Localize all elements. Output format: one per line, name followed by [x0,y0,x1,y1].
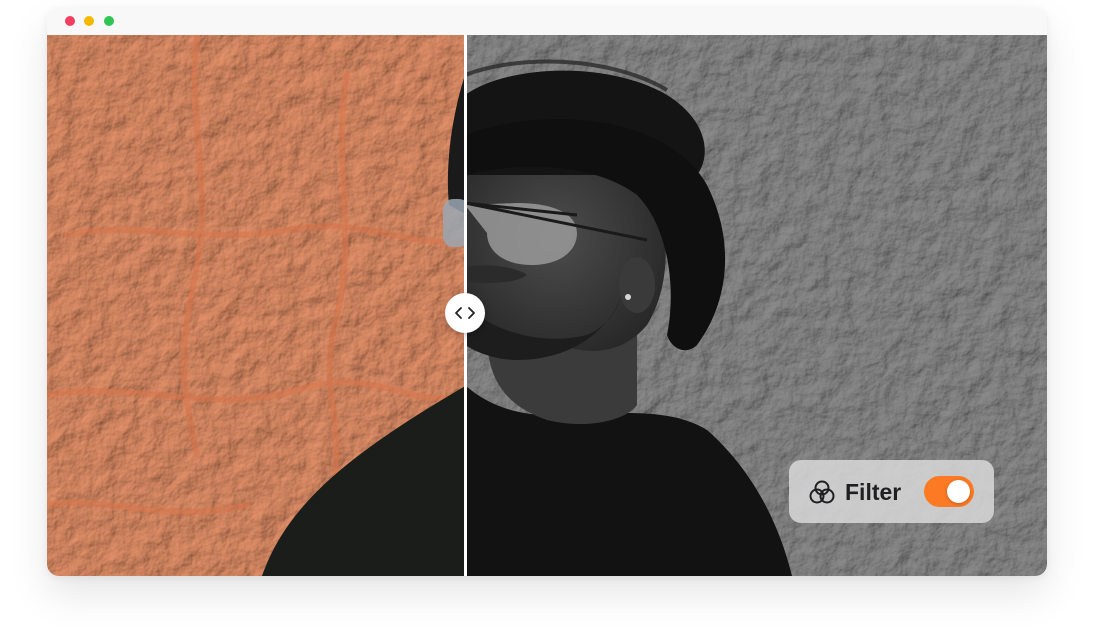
minimize-window-button[interactable] [84,16,94,26]
chevron-left-right-icon [455,307,475,319]
filter-toggle-switch[interactable] [924,476,974,507]
overlapping-circles-icon [809,480,835,504]
toggle-knob [947,480,970,503]
portrait-photo-color [47,35,465,576]
close-window-button[interactable] [65,16,75,26]
window-titlebar [47,8,1047,35]
image-comparison-viewport[interactable]: Filter [47,35,1047,576]
comparison-slider-handle[interactable] [445,293,485,333]
app-window: Filter [47,8,1047,576]
filter-toggle-panel: Filter [789,460,994,523]
filter-label: Filter [845,479,902,505]
original-color-image [47,35,465,576]
maximize-window-button[interactable] [104,16,114,26]
